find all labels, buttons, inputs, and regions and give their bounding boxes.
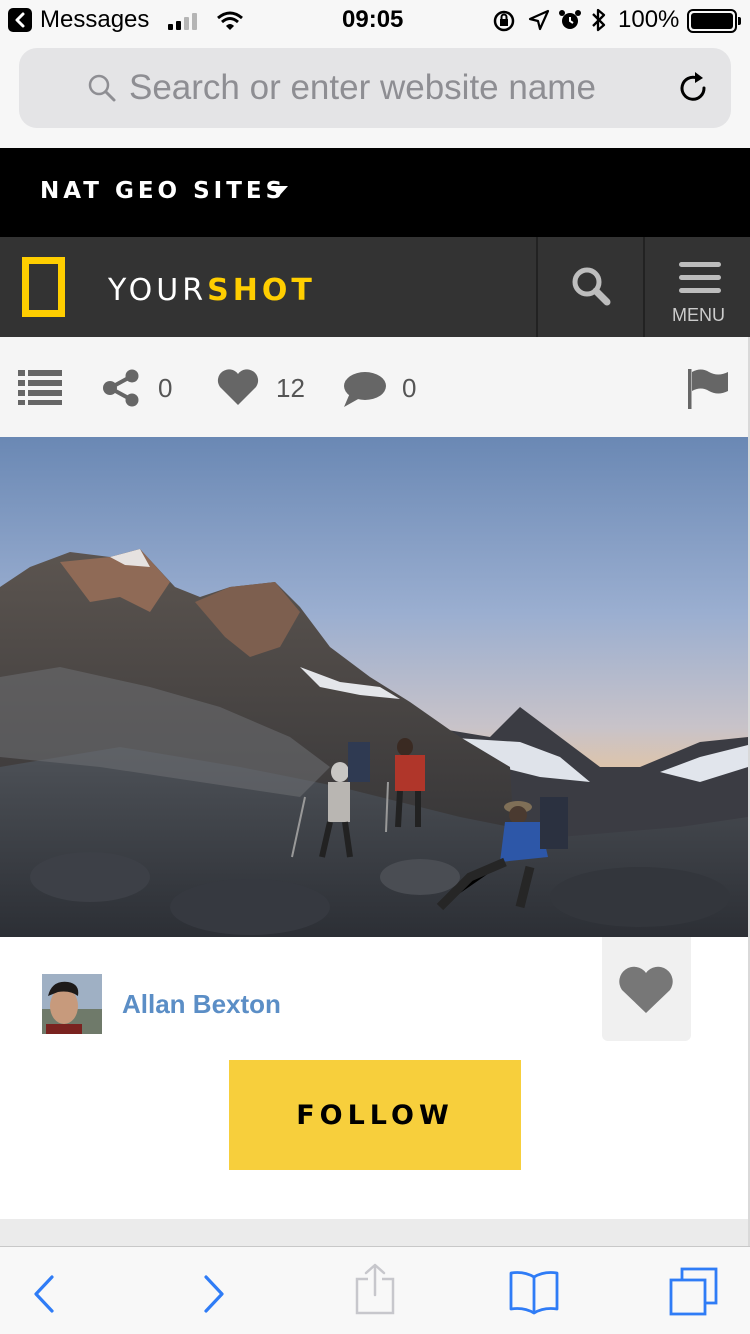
- share-button[interactable]: 0: [100, 337, 180, 437]
- status-bar: Messages 09:05 100%: [0, 0, 750, 40]
- signal-icon: [168, 12, 202, 30]
- alarm-icon: [559, 10, 581, 29]
- flag-icon: [688, 369, 728, 409]
- photo[interactable]: [0, 437, 748, 937]
- forward-chevron-icon: [204, 1275, 224, 1313]
- list-icon: [18, 370, 62, 405]
- address-bar[interactable]: [19, 48, 731, 128]
- browser-address-area: [0, 40, 750, 148]
- search-input[interactable]: [129, 66, 669, 110]
- back-to-app-icon[interactable]: [8, 8, 32, 32]
- reload-icon[interactable]: [675, 70, 711, 106]
- back-chevron-icon: [34, 1275, 54, 1313]
- site-header: YOURSHOT MENU: [0, 237, 750, 337]
- tabs-icon: [669, 1267, 718, 1316]
- section-divider: [0, 1219, 748, 1247]
- bluetooth-icon: [592, 8, 606, 32]
- natgeo-sites-label[interactable]: NAT GEO SITES: [40, 178, 286, 204]
- user-name-link[interactable]: Allan Bexton: [122, 989, 281, 1020]
- browser-toolbar: [0, 1246, 750, 1334]
- wifi-icon: [217, 11, 243, 30]
- search-icon: [572, 267, 611, 306]
- caret-down-icon: [270, 186, 288, 196]
- list-view-button[interactable]: [18, 337, 64, 437]
- bookmarks-icon: [509, 1271, 559, 1315]
- tabs-button[interactable]: [652, 1247, 732, 1334]
- heart-icon: [217, 369, 259, 405]
- location-icon: [528, 9, 550, 31]
- share-count: 0: [158, 373, 173, 403]
- status-time: 09:05: [342, 6, 404, 33]
- comment-button[interactable]: 0: [342, 337, 432, 437]
- follow-button[interactable]: FOLLOW: [229, 1060, 521, 1170]
- photo-actions-bar: 0 12 0: [0, 337, 748, 437]
- share-icon: [355, 1263, 395, 1315]
- site-title-part2: SHOT: [207, 273, 316, 308]
- site-title[interactable]: YOURSHOT: [108, 273, 316, 308]
- user-section: Allan Bexton FOLLOW: [0, 937, 748, 1219]
- header-search-button[interactable]: [536, 237, 643, 337]
- flag-button[interactable]: [684, 337, 730, 437]
- search-icon: [88, 74, 116, 102]
- orientation-lock-icon: [493, 10, 515, 32]
- hamburger-icon: [679, 262, 721, 293]
- comment-count: 0: [402, 373, 417, 403]
- heart-icon: [619, 966, 673, 1013]
- avatar[interactable]: [42, 974, 102, 1034]
- mountain-photo: [0, 437, 748, 937]
- menu-button[interactable]: MENU: [643, 237, 750, 337]
- menu-label: MENU: [672, 305, 725, 325]
- like-button[interactable]: 12: [214, 337, 314, 437]
- bookmarks-button[interactable]: [494, 1247, 574, 1334]
- favorite-button[interactable]: [602, 937, 691, 1041]
- forward-button[interactable]: [178, 1247, 258, 1334]
- back-button[interactable]: [4, 1247, 84, 1334]
- natgeo-sites-bar[interactable]: NAT GEO SITES: [0, 148, 750, 237]
- battery-icon: [687, 9, 741, 33]
- share-page-button[interactable]: [336, 1247, 416, 1334]
- natgeo-logo-icon[interactable]: [22, 257, 65, 317]
- back-app-label[interactable]: Messages: [40, 6, 149, 34]
- site-title-part1: YOUR: [108, 273, 208, 308]
- battery-percent: 100%: [618, 6, 680, 33]
- share-icon: [103, 369, 139, 407]
- comment-icon: [344, 372, 386, 407]
- like-count: 12: [276, 373, 305, 403]
